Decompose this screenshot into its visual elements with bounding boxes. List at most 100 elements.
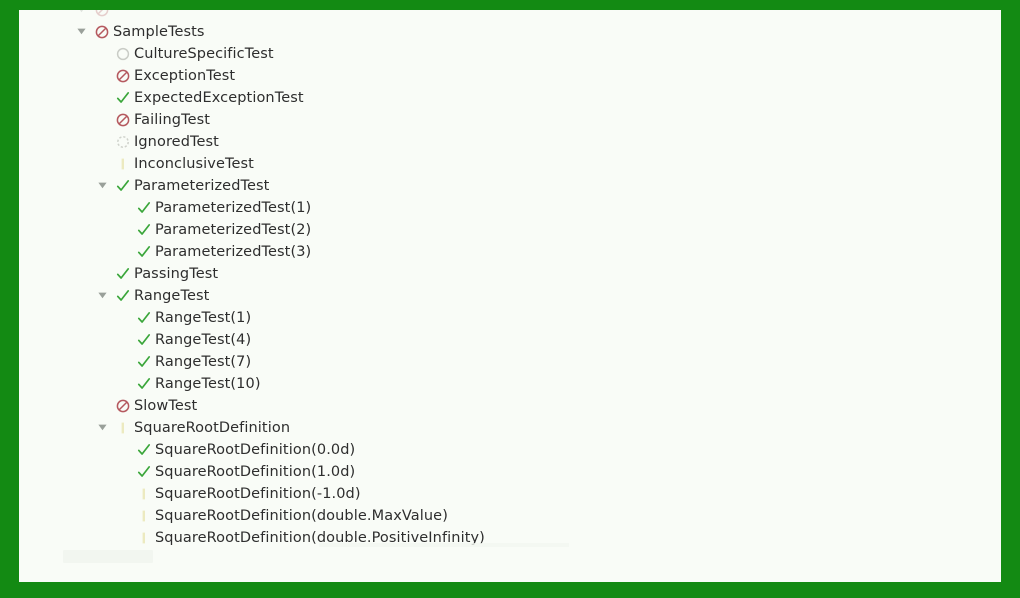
twisty-placeholder [94, 65, 110, 87]
test-ignored-icon [114, 131, 131, 153]
twisty-placeholder [115, 329, 131, 351]
tree-row[interactable]: RangeTest(7) [19, 351, 1001, 373]
tree-row[interactable]: RangeTest(10) [19, 373, 1001, 395]
test-failed-icon [93, 21, 110, 43]
twisty-placeholder [115, 505, 131, 527]
test-not-run-icon [114, 43, 131, 65]
tree-row[interactable]: SampleTests [19, 21, 1001, 43]
tree-row[interactable]: SquareRootDefinition [19, 417, 1001, 439]
tree-row[interactable]: PassingTest [19, 263, 1001, 285]
chevron-down-icon[interactable] [94, 285, 110, 307]
test-inconclusive-icon [135, 527, 152, 549]
tree-row-label: SquareRootDefinition(0.0d) [155, 442, 356, 458]
screenshot-root: SampleTests CultureSpecificTest ExceptionT… [0, 0, 1020, 598]
test-passed-icon [114, 263, 131, 285]
tree-row-label: SquareRootDefinition(-1.0d) [155, 486, 361, 502]
twisty-placeholder [115, 219, 131, 241]
twisty-placeholder [115, 439, 131, 461]
tree-row[interactable]: SquareRootDefinition(-1.0d) [19, 483, 1001, 505]
chevron-down-icon[interactable] [94, 417, 110, 439]
test-inconclusive-icon [135, 505, 152, 527]
tree-row-label: InconclusiveTest [134, 156, 254, 172]
twisty-placeholder [94, 131, 110, 153]
test-failed-icon [114, 109, 131, 131]
tree-row[interactable]: ParameterizedTest(3) [19, 241, 1001, 263]
test-failed-icon [93, 10, 110, 21]
twisty-placeholder [115, 373, 131, 395]
twisty-placeholder [115, 527, 131, 549]
tree-row-label: PassingTest [134, 266, 219, 282]
tree-row-label: SquareRootDefinition(double.MaxValue) [155, 508, 448, 524]
chevron-down-icon[interactable] [94, 175, 110, 197]
tree-row[interactable]: ExceptionTest [19, 65, 1001, 87]
twisty-placeholder [115, 197, 131, 219]
tree-row[interactable]: ParameterizedTest [19, 175, 1001, 197]
tree-row-label: SlowTest [134, 398, 198, 414]
test-passed-icon [135, 439, 152, 461]
test-inconclusive-icon [135, 483, 152, 505]
test-passed-icon [135, 219, 152, 241]
tree-row-label: RangeTest(10) [155, 376, 261, 392]
faint-artifact [63, 550, 153, 563]
tree-row-label: RangeTest(1) [155, 310, 252, 326]
test-passed-icon [135, 307, 152, 329]
tree-row[interactable]: RangeTest [19, 285, 1001, 307]
tree-row[interactable]: ParameterizedTest(1) [19, 197, 1001, 219]
twisty-placeholder [94, 395, 110, 417]
test-passed-icon [135, 329, 152, 351]
tree-row-label: SquareRootDefinition(1.0d) [155, 464, 356, 480]
tree-row-label: ParameterizedTest [134, 178, 270, 194]
tree-row[interactable]: IgnoredTest [19, 131, 1001, 153]
twisty-placeholder [115, 483, 131, 505]
test-explorer-panel: SampleTests CultureSpecificTest ExceptionT… [19, 10, 1001, 582]
tree-row-label: SquareRootDefinition [134, 420, 291, 436]
tree-row-label: SampleTests [113, 24, 205, 40]
twisty-placeholder [94, 153, 110, 175]
tree-row[interactable]: ExpectedExceptionTest [19, 87, 1001, 109]
test-inconclusive-icon [114, 417, 131, 439]
tree-row-label: ParameterizedTest(3) [155, 244, 312, 260]
twisty-placeholder [94, 43, 110, 65]
test-failed-icon [114, 65, 131, 87]
tree-row-label: IgnoredTest [134, 134, 219, 150]
tree-row[interactable]: SlowTest [19, 395, 1001, 417]
test-passed-icon [114, 285, 131, 307]
tree-row-label: CultureSpecificTest [134, 46, 274, 62]
tree-row[interactable]: SquareRootDefinition(double.MaxValue) [19, 505, 1001, 527]
tree-row-label: RangeTest [134, 288, 210, 304]
twisty-placeholder [115, 307, 131, 329]
test-inconclusive-icon [114, 153, 131, 175]
tree-row[interactable] [19, 10, 1001, 21]
test-passed-icon [114, 87, 131, 109]
twisty-placeholder [115, 351, 131, 373]
tree-row-label: ExceptionTest [134, 68, 236, 84]
test-explorer-tree[interactable]: SampleTests CultureSpecificTest ExceptionT… [19, 10, 1001, 549]
test-passed-icon [135, 461, 152, 483]
chevron-down-icon[interactable] [73, 21, 89, 43]
tree-row[interactable]: RangeTest(4) [19, 329, 1001, 351]
tree-row[interactable]: CultureSpecificTest [19, 43, 1001, 65]
test-passed-icon [135, 241, 152, 263]
test-passed-icon [135, 197, 152, 219]
test-failed-icon [114, 395, 131, 417]
tree-row-label: ParameterizedTest(2) [155, 222, 312, 238]
tree-row[interactable]: SquareRootDefinition(1.0d) [19, 461, 1001, 483]
tree-row[interactable]: InconclusiveTest [19, 153, 1001, 175]
tree-row[interactable]: FailingTest [19, 109, 1001, 131]
chevron-down-icon[interactable] [73, 10, 89, 21]
tree-row-label: ExpectedExceptionTest [134, 90, 304, 106]
test-passed-icon [114, 175, 131, 197]
tree-row[interactable]: ParameterizedTest(2) [19, 219, 1001, 241]
tree-row-label: FailingTest [134, 112, 211, 128]
tree-row-label: RangeTest(7) [155, 354, 252, 370]
twisty-placeholder [94, 263, 110, 285]
faint-artifact-line [319, 543, 569, 547]
tree-row-label: RangeTest(4) [155, 332, 252, 348]
test-passed-icon [135, 351, 152, 373]
tree-row[interactable]: RangeTest(1) [19, 307, 1001, 329]
twisty-placeholder [94, 87, 110, 109]
tree-row[interactable]: SquareRootDefinition(0.0d) [19, 439, 1001, 461]
twisty-placeholder [115, 241, 131, 263]
twisty-placeholder [115, 461, 131, 483]
test-passed-icon [135, 373, 152, 395]
